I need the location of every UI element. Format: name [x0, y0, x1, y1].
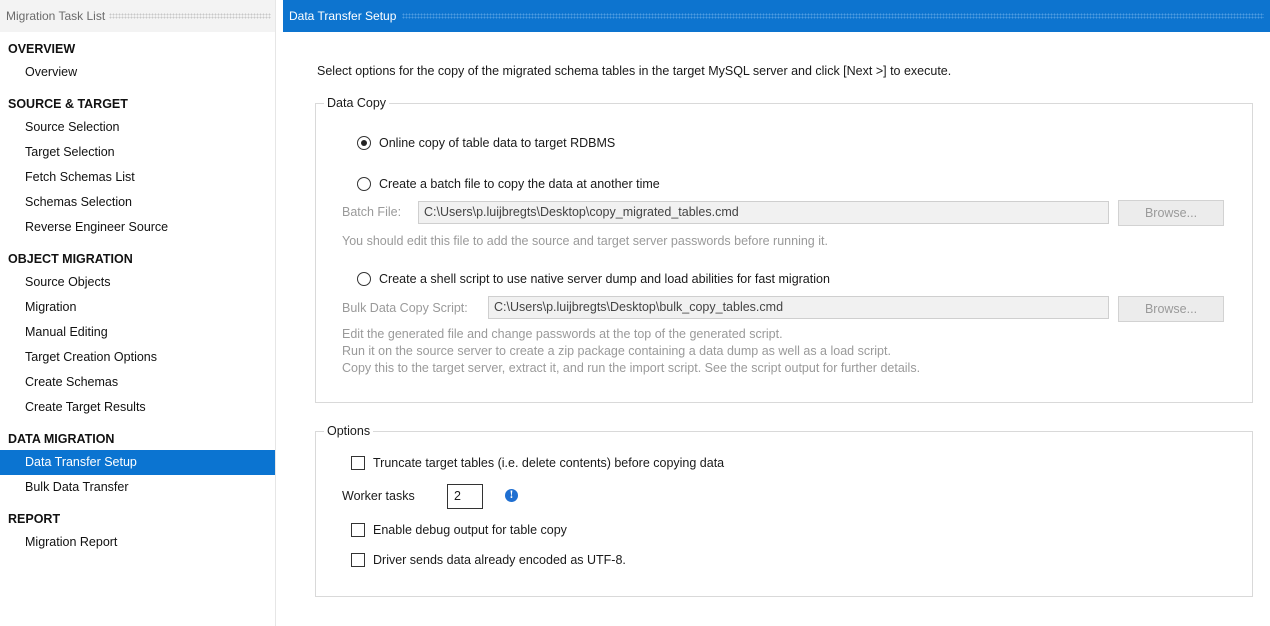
batch-file-label: Batch File:	[342, 205, 402, 219]
worker-tasks-input[interactable]: 2	[447, 484, 483, 509]
header-grip	[109, 13, 271, 19]
sidebar-title: Migration Task List	[6, 9, 106, 23]
sidebar-item-migration[interactable]: Migration	[0, 295, 275, 320]
online-copy-label: Online copy of table data to target RDBM…	[379, 136, 616, 150]
options-group: Options Truncate target tables (i.e. del…	[315, 424, 1253, 597]
shell-script-option-label: Create a shell script to use native serv…	[379, 272, 830, 286]
sidebar-item-source-selection[interactable]: Source Selection	[0, 115, 275, 140]
batch-file-option-label: Create a batch file to copy the data at …	[379, 177, 660, 191]
debug-output-checkbox[interactable]	[351, 523, 365, 537]
intro-text: Select options for the copy of the migra…	[317, 64, 952, 78]
sidebar-item-schemas-selection[interactable]: Schemas Selection	[0, 190, 275, 215]
main-header: Data Transfer Setup	[283, 0, 1270, 32]
truncate-option[interactable]: Truncate target tables (i.e. delete cont…	[351, 456, 724, 470]
data-copy-group: Data Copy Online copy of table data to t…	[315, 96, 1253, 403]
debug-output-option[interactable]: Enable debug output for table copy	[351, 523, 567, 537]
batch-hint: You should edit this file to add the sou…	[342, 234, 828, 248]
page-title: Data Transfer Setup	[289, 9, 397, 23]
section-report: REPORT	[8, 512, 61, 526]
sidebar-item-overview[interactable]: Overview	[0, 60, 275, 85]
online-copy-option[interactable]: Online copy of table data to target RDBM…	[357, 136, 615, 150]
shell-script-radio[interactable]	[357, 272, 371, 286]
online-copy-radio[interactable]	[357, 136, 371, 150]
bulk-browse-button[interactable]: Browse...	[1118, 296, 1224, 322]
shell-hint-line-1: Edit the generated file and change passw…	[342, 327, 783, 341]
data-copy-label: Data Copy	[324, 96, 390, 110]
truncate-label: Truncate target tables (i.e. delete cont…	[373, 456, 725, 470]
sidebar-item-reverse-engineer-source[interactable]: Reverse Engineer Source	[0, 215, 275, 240]
sidebar-item-manual-editing[interactable]: Manual Editing	[0, 320, 275, 345]
shell-hint-line-2: Run it on the source server to create a …	[342, 344, 891, 358]
sidebar-item-target-creation-options[interactable]: Target Creation Options	[0, 345, 275, 370]
section-object-migration: OBJECT MIGRATION	[8, 252, 133, 266]
main-panel: Data Transfer Setup Select options for t…	[283, 0, 1270, 626]
batch-file-option[interactable]: Create a batch file to copy the data at …	[357, 177, 660, 191]
sidebar: Migration Task List OVERVIEW Overview SO…	[0, 0, 276, 626]
sidebar-item-migration-report[interactable]: Migration Report	[0, 530, 275, 555]
batch-file-radio[interactable]	[357, 177, 371, 191]
info-icon[interactable]: !	[505, 489, 518, 502]
bulk-script-label: Bulk Data Copy Script:	[342, 301, 468, 315]
shell-script-option[interactable]: Create a shell script to use native serv…	[357, 272, 830, 286]
worker-tasks-label: Worker tasks	[342, 489, 415, 503]
options-label: Options	[324, 424, 374, 438]
sidebar-item-target-selection[interactable]: Target Selection	[0, 140, 275, 165]
header-grip	[402, 13, 1264, 19]
bulk-script-field[interactable]: C:\Users\p.luijbregts\Desktop\bulk_copy_…	[488, 296, 1109, 319]
truncate-checkbox[interactable]	[351, 456, 365, 470]
sidebar-item-fetch-schemas-list[interactable]: Fetch Schemas List	[0, 165, 275, 190]
utf8-checkbox[interactable]	[351, 553, 365, 567]
debug-output-label: Enable debug output for table copy	[373, 523, 567, 537]
shell-hint-line-3: Copy this to the target server, extract …	[342, 361, 921, 375]
batch-file-field[interactable]: C:\Users\p.luijbregts\Desktop\copy_migra…	[418, 201, 1109, 224]
sidebar-item-data-transfer-setup[interactable]: Data Transfer Setup	[0, 450, 275, 475]
sidebar-header: Migration Task List	[0, 0, 275, 32]
shell-hint: Edit the generated file and change passw…	[342, 326, 920, 377]
batch-browse-button[interactable]: Browse...	[1118, 200, 1224, 226]
section-overview: OVERVIEW	[8, 42, 76, 56]
sidebar-item-bulk-data-transfer[interactable]: Bulk Data Transfer	[0, 475, 275, 500]
section-data-migration: DATA MIGRATION	[8, 432, 115, 446]
sidebar-item-create-target-results[interactable]: Create Target Results	[0, 395, 275, 420]
sidebar-item-source-objects[interactable]: Source Objects	[0, 270, 275, 295]
utf8-option[interactable]: Driver sends data already encoded as UTF…	[351, 553, 626, 567]
sidebar-item-create-schemas[interactable]: Create Schemas	[0, 370, 275, 395]
utf8-label: Driver sends data already encoded as UTF…	[373, 553, 626, 567]
section-source-target: SOURCE & TARGET	[8, 97, 128, 111]
